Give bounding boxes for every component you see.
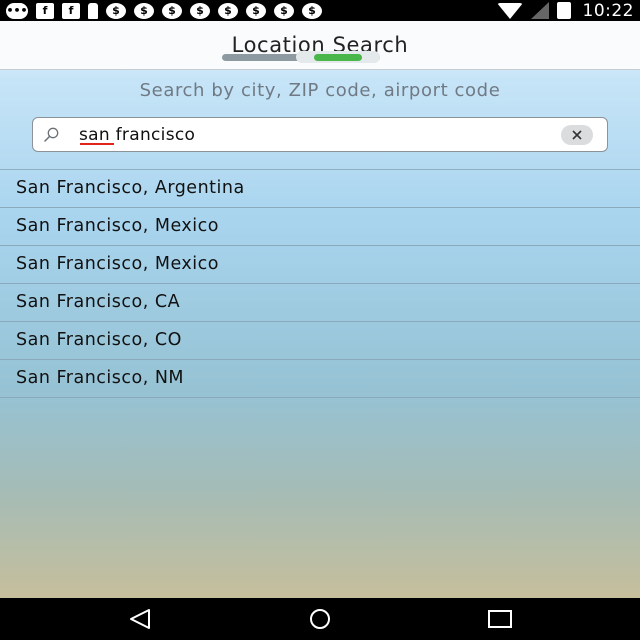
- clear-search-button[interactable]: [561, 125, 593, 145]
- back-icon[interactable]: [128, 608, 152, 630]
- result-item[interactable]: San Francisco, CO: [0, 322, 640, 360]
- recents-icon[interactable]: [487, 608, 513, 630]
- result-item[interactable]: San Francisco, NM: [0, 360, 640, 398]
- search-results-list: San Francisco, Argentina San Francisco, …: [0, 169, 640, 398]
- spellcheck-underline: [80, 143, 114, 145]
- home-icon[interactable]: [305, 608, 335, 630]
- close-icon: [572, 130, 582, 140]
- battery-icon: [556, 2, 571, 19]
- indicator-knob: [296, 51, 380, 63]
- dollar-icon: $: [274, 2, 294, 19]
- indicator-active: [314, 54, 362, 61]
- title-indicator: [222, 51, 380, 63]
- result-item[interactable]: San Francisco, Mexico: [0, 246, 640, 284]
- result-item[interactable]: San Francisco, Mexico: [0, 208, 640, 246]
- result-item[interactable]: San Francisco, CA: [0, 284, 640, 322]
- dollar-icon: $: [218, 2, 238, 19]
- search-hint: Search by city, ZIP code, airport code: [139, 80, 501, 101]
- wifi-icon: [496, 2, 523, 19]
- dollar-icon: $: [246, 2, 266, 19]
- dollar-icon: $: [134, 2, 154, 19]
- status-bar: ••• f f $ $ $ $ $ $ $ $ 10:22: [0, 0, 640, 21]
- location-search-screen: Location Search Search by city, ZIP code…: [0, 21, 640, 598]
- system-icons: 10:22: [496, 0, 635, 21]
- notification-icons: ••• f f $ $ $ $ $ $ $ $: [6, 2, 322, 19]
- dollar-icon: $: [302, 2, 322, 19]
- signal-icon: [530, 2, 549, 19]
- search-box[interactable]: [32, 117, 608, 152]
- dollar-icon: $: [190, 2, 210, 19]
- search-input[interactable]: [79, 121, 559, 149]
- dollar-icon: $: [162, 2, 182, 19]
- notification-icon: [88, 2, 98, 19]
- status-clock: 10:22: [582, 0, 634, 21]
- dollar-icon: $: [106, 2, 126, 19]
- title-bar: Location Search: [0, 21, 640, 70]
- message-icon: •••: [6, 2, 28, 19]
- search-icon: [44, 127, 59, 142]
- facebook-icon: f: [62, 2, 80, 19]
- facebook-icon: f: [36, 2, 54, 19]
- result-item[interactable]: San Francisco, Argentina: [0, 170, 640, 208]
- navigation-bar: [0, 598, 640, 640]
